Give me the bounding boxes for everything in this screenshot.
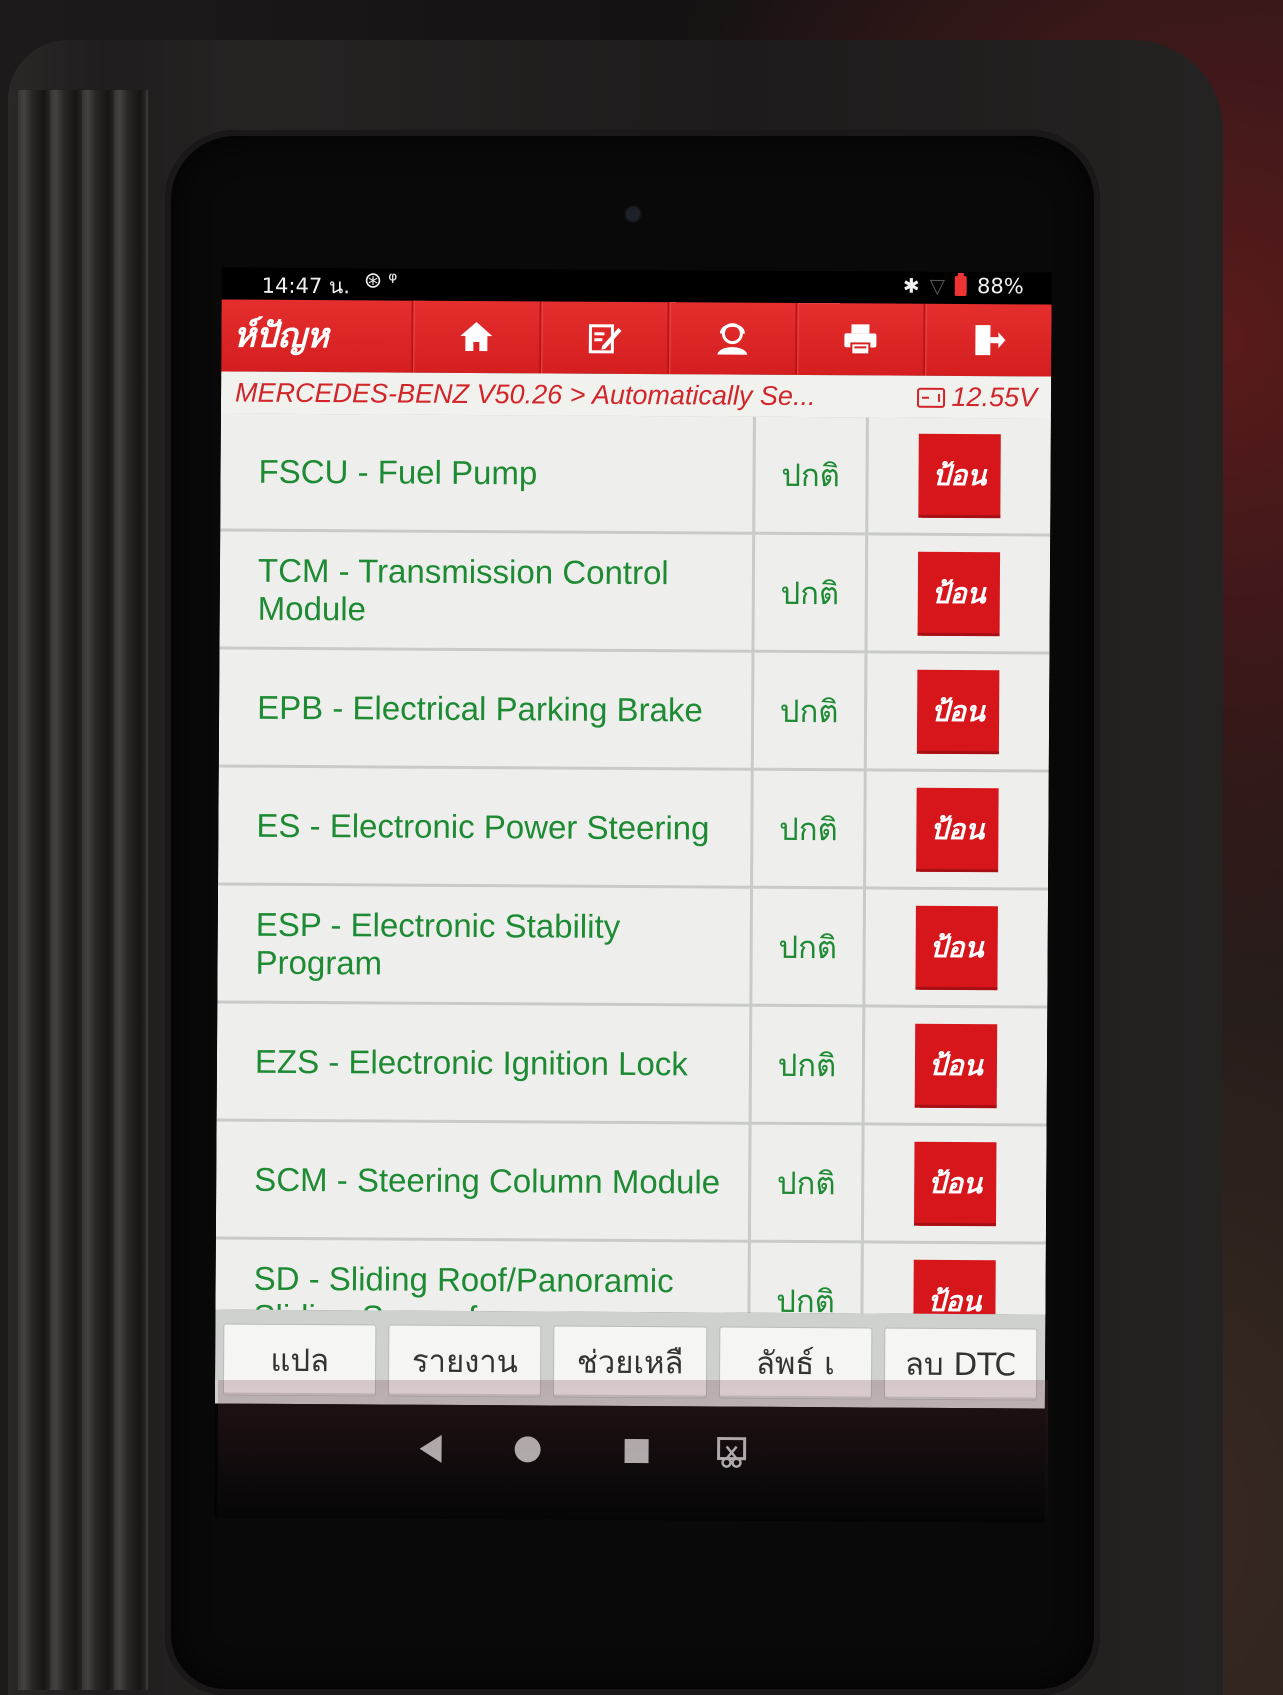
enter-button[interactable]: ป้อน bbox=[916, 787, 999, 872]
device-grip bbox=[18, 90, 148, 1690]
module-action-cell: ป้อน bbox=[863, 1125, 1047, 1242]
print-button[interactable] bbox=[795, 302, 924, 376]
wifi-icon: ▽ bbox=[929, 273, 946, 298]
enter-button[interactable]: ป้อน bbox=[914, 1023, 998, 1108]
status-time: 14:47 น. bbox=[261, 273, 351, 299]
table-row[interactable]: EZS - Electronic Ignition Lock ปกติ ป้อน bbox=[216, 1003, 1048, 1127]
module-action-cell: ป้อน bbox=[867, 535, 1051, 652]
bottom-function-bar: แปล รายงาน ช่วยเหลื ลัพธ์ เ ลบ DTC bbox=[214, 1309, 1046, 1409]
print-icon bbox=[844, 324, 877, 356]
voltage-value: 12.55V bbox=[951, 381, 1038, 413]
clear-dtc-button[interactable]: ลบ DTC bbox=[883, 1327, 1038, 1401]
home-icon bbox=[460, 322, 493, 352]
table-row[interactable]: ESP - Electronic Stability Program ปกติ … bbox=[217, 885, 1049, 1009]
module-name: SD - Sliding Roof/Panoramic Sliding Sunr… bbox=[215, 1239, 748, 1315]
screenshot-icon[interactable] bbox=[714, 1435, 748, 1469]
alarm-icon: ⊛ bbox=[363, 268, 389, 294]
results-button[interactable]: ลัพธ์ เ bbox=[718, 1326, 873, 1400]
bluetooth-icon: ✱ bbox=[902, 273, 920, 298]
module-status: ปกติ bbox=[751, 1006, 863, 1123]
module-status: ปกติ bbox=[755, 416, 866, 533]
toolbar-title: ห์ปัญห bbox=[233, 315, 329, 357]
enter-button[interactable]: ป้อน bbox=[918, 433, 1001, 518]
battery-level: 88% bbox=[976, 274, 1024, 299]
battery-icon bbox=[954, 275, 968, 297]
edit-button[interactable] bbox=[539, 301, 668, 375]
module-status: ปกติ bbox=[754, 534, 866, 651]
module-action-cell: ป้อน bbox=[865, 889, 1049, 1006]
back-icon[interactable] bbox=[419, 1434, 442, 1463]
module-list[interactable]: FSCU - Fuel Pump ปกติ ป้อน TCM - Transmi… bbox=[215, 413, 1051, 1315]
module-action-cell: ป้อน bbox=[863, 1243, 1046, 1315]
edit-icon bbox=[588, 324, 622, 354]
table-row[interactable]: SCM - Steering Column Module ปกติ ป้อน bbox=[215, 1121, 1047, 1245]
module-status: ปกติ bbox=[752, 888, 864, 1005]
enter-button[interactable]: ป้อน bbox=[913, 1141, 997, 1226]
module-name: ESP - Electronic Stability Program bbox=[217, 885, 751, 1004]
enter-button[interactable]: ป้อน bbox=[913, 1259, 996, 1315]
enter-button[interactable]: ป้อน bbox=[917, 551, 1001, 636]
module-status: ปกติ bbox=[753, 770, 864, 887]
user-support-icon bbox=[717, 323, 748, 355]
module-name: TCM - Transmission Control Module bbox=[219, 531, 753, 650]
module-action-cell: ป้อน bbox=[866, 653, 1050, 770]
user-support-button[interactable] bbox=[667, 302, 796, 375]
module-status: ปกติ bbox=[750, 1124, 862, 1241]
usb-icon: ᵠ bbox=[388, 268, 404, 294]
module-action-cell: ป้อน bbox=[868, 417, 1051, 534]
home-circle-icon[interactable] bbox=[514, 1436, 541, 1463]
table-row[interactable]: TCM - Transmission Control Module ปกติ ป… bbox=[219, 531, 1051, 655]
module-action-cell: ป้อน bbox=[864, 1007, 1048, 1124]
enter-button[interactable]: ป้อน bbox=[916, 669, 1000, 754]
exit-icon bbox=[975, 325, 1006, 356]
module-status: ปกติ bbox=[750, 1242, 861, 1315]
breadcrumb: MERCEDES-BENZ V50.26 > Automatically Se.… bbox=[220, 371, 1052, 420]
device-screen: 14:47 น. ⊛ᵠ ✱ ▽ 88% ห์ปัญห MERCEDES-BENZ… bbox=[214, 267, 1052, 1523]
report-button[interactable]: รายงาน bbox=[388, 1324, 542, 1398]
module-status: ปกติ bbox=[753, 652, 865, 769]
module-name: EPB - Electrical Parking Brake bbox=[218, 649, 752, 768]
breadcrumb-path: MERCEDES-BENZ V50.26 > Automatically Se.… bbox=[234, 377, 816, 412]
translate-button[interactable]: แปล bbox=[222, 1323, 377, 1397]
exit-button[interactable] bbox=[923, 303, 1052, 377]
front-camera bbox=[626, 207, 640, 221]
app-toolbar: ห์ปัญห bbox=[221, 299, 1052, 377]
module-name: FSCU - Fuel Pump bbox=[220, 413, 753, 532]
table-row[interactable]: ES - Electronic Power Steering ปกติ ป้อน bbox=[218, 767, 1049, 891]
module-action-cell: ป้อน bbox=[866, 771, 1049, 888]
help-button[interactable]: ช่วยเหลื bbox=[553, 1325, 707, 1399]
status-bar: 14:47 น. ⊛ᵠ ✱ ▽ 88% bbox=[222, 267, 1052, 302]
recents-icon[interactable] bbox=[624, 1438, 649, 1464]
table-row[interactable]: FSCU - Fuel Pump ปกติ ป้อน bbox=[220, 413, 1051, 537]
enter-button[interactable]: ป้อน bbox=[915, 905, 998, 990]
module-name: ES - Electronic Power Steering bbox=[218, 767, 751, 886]
system-nav-bar bbox=[214, 1403, 1045, 1523]
table-row[interactable]: EPB - Electrical Parking Brake ปกติ ป้อน bbox=[218, 649, 1050, 773]
module-name: EZS - Electronic Ignition Lock bbox=[216, 1003, 750, 1122]
car-battery-icon bbox=[917, 387, 946, 408]
status-left-icons: ⊛ᵠ bbox=[364, 268, 404, 293]
battery-voltage: 12.55V bbox=[917, 382, 1037, 414]
module-name: SCM - Steering Column Module bbox=[215, 1121, 749, 1240]
status-right-icons: ✱ ▽ 88% bbox=[903, 274, 1024, 299]
table-row[interactable]: SD - Sliding Roof/Panoramic Sliding Sunr… bbox=[215, 1239, 1046, 1315]
home-button[interactable] bbox=[411, 300, 540, 374]
